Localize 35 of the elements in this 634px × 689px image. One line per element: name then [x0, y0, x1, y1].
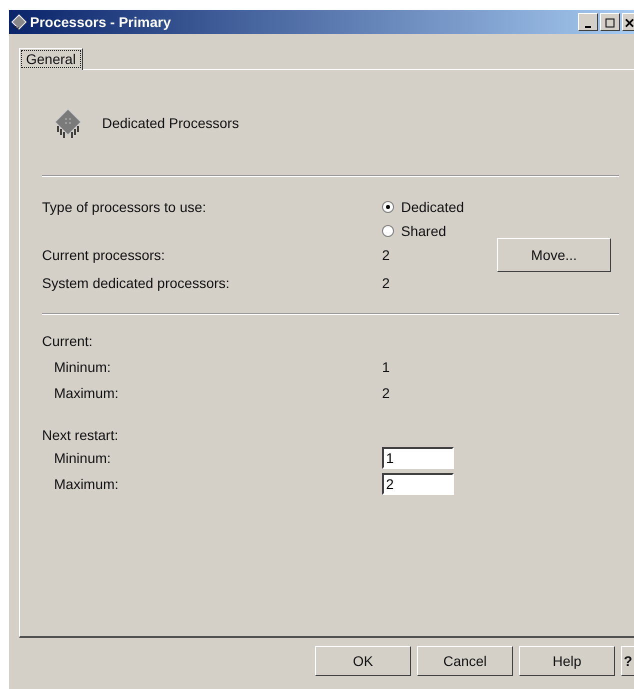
maximize-icon: [605, 18, 615, 28]
field-label: Type of processors to use:: [42, 199, 208, 217]
field-label: System dedicated processors:: [42, 275, 231, 293]
input-field[interactable]: 2: [382, 473, 454, 495]
dialog-button[interactable]: Help: [519, 646, 615, 676]
chip-icon: [11, 14, 27, 30]
field-value: 2: [382, 385, 391, 401]
field-label: Maximum:: [53, 476, 120, 492]
minimize-icon: [585, 26, 591, 28]
field-label: Maximum:: [53, 385, 120, 401]
field-value: 1: [382, 359, 391, 375]
dialog-button[interactable]: ?: [621, 646, 634, 676]
dialog-button[interactable]: Cancel: [417, 646, 513, 676]
section-heading: Current:: [42, 333, 94, 349]
window-title: Processors - Primary: [30, 14, 172, 30]
input-field[interactable]: 1: [382, 447, 454, 469]
section-heading: Next restart:: [42, 427, 120, 443]
field-label: Mininum:: [53, 359, 112, 375]
radio-option[interactable]: Dedicated: [382, 199, 497, 215]
radio-option[interactable]: Shared: [382, 223, 497, 239]
dialog-button[interactable]: OK: [315, 646, 411, 676]
radio-button[interactable]: [382, 201, 394, 213]
tab[interactable]: General: [19, 48, 83, 70]
header-title: Dedicated Processors: [102, 114, 239, 130]
field-value: 2: [382, 275, 391, 293]
move-button[interactable]: Move...: [497, 238, 611, 272]
maximize-button[interactable]: [600, 13, 620, 31]
field-label: Current processors:: [42, 247, 166, 265]
radio-button[interactable]: [382, 225, 394, 237]
chip-icon: [52, 106, 84, 138]
minimize-button[interactable]: [578, 13, 598, 31]
field-value: 2: [382, 247, 391, 265]
close-icon: [625, 18, 634, 28]
field-label: Mininum:: [53, 450, 112, 466]
close-button[interactable]: [622, 13, 634, 31]
